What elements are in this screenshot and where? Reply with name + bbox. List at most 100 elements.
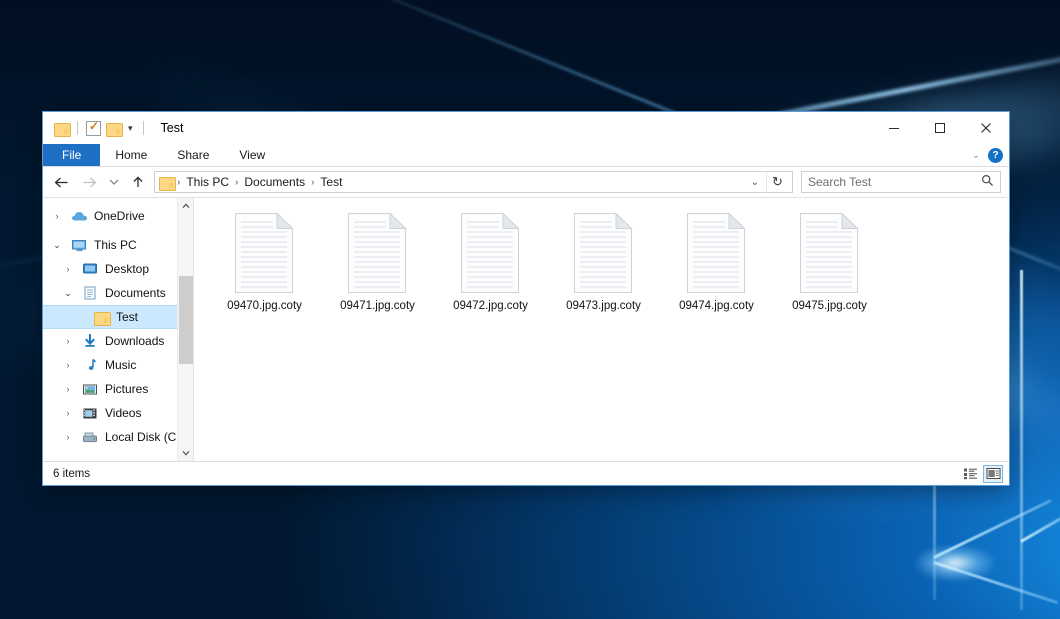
document-icon bbox=[82, 286, 99, 300]
status-bar: 6 items bbox=[43, 461, 1009, 485]
sidebar-item-downloads[interactable]: › Downloads bbox=[43, 329, 177, 353]
videos-icon bbox=[82, 407, 99, 420]
monitor-icon bbox=[71, 239, 88, 252]
download-icon bbox=[82, 334, 99, 348]
tab-home[interactable]: Home bbox=[100, 144, 162, 166]
view-mode-buttons bbox=[960, 465, 1003, 483]
search-box[interactable]: Search Test bbox=[801, 171, 1001, 193]
quick-access-toolbar: ▾ Test bbox=[43, 121, 183, 136]
chevron-down-icon[interactable]: ⌄ bbox=[972, 150, 980, 161]
chevron-down-icon[interactable]: ⌄ bbox=[60, 288, 76, 299]
window-title: Test bbox=[161, 121, 184, 135]
scrollbar-track[interactable] bbox=[178, 214, 194, 445]
forward-button[interactable] bbox=[77, 170, 101, 194]
windows-logo-beam-vertical-2 bbox=[1020, 270, 1023, 610]
sidebar-item-desktop[interactable]: › Desktop bbox=[43, 257, 177, 281]
item-count-label: 6 items bbox=[53, 468, 90, 480]
file-name: 09470.jpg.coty bbox=[227, 300, 302, 312]
sidebar-item-label: OneDrive bbox=[94, 209, 145, 223]
chevron-down-icon[interactable]: ⌄ bbox=[49, 240, 65, 251]
scroll-down-arrow[interactable] bbox=[178, 445, 194, 461]
address-bar[interactable]: › This PC › Documents › Test ⌄ ↻ bbox=[154, 171, 793, 193]
refresh-icon[interactable]: ↻ bbox=[766, 171, 788, 193]
breadcrumb-documents[interactable]: Documents bbox=[241, 175, 308, 189]
sidebar-item-music[interactable]: › Music bbox=[43, 353, 177, 377]
minimize-button[interactable] bbox=[871, 112, 917, 144]
chevron-right-icon[interactable]: › bbox=[60, 336, 76, 346]
sidebar-item-local-disk-c[interactable]: › Local Disk (C:) bbox=[43, 425, 177, 449]
file-item[interactable]: 09472.jpg.coty bbox=[434, 210, 547, 312]
breadcrumb-separator-2[interactable]: › bbox=[311, 177, 314, 188]
sidebar-item-label: Desktop bbox=[105, 262, 149, 276]
file-item[interactable]: 09470.jpg.coty bbox=[208, 210, 321, 312]
sidebar-item-label: This PC bbox=[94, 238, 137, 252]
sidebar-item-documents[interactable]: ⌄ Documents bbox=[43, 281, 177, 305]
file-grid: 09470.jpg.coty bbox=[208, 210, 1009, 312]
properties-checkbox-icon[interactable] bbox=[86, 121, 101, 136]
file-name: 09471.jpg.coty bbox=[340, 300, 415, 312]
address-bar-row: › This PC › Documents › Test ⌄ ↻ Search … bbox=[43, 167, 1009, 197]
title-bar[interactable]: ▾ Test bbox=[43, 112, 1009, 144]
sidebar-item-label: Pictures bbox=[105, 382, 148, 396]
sidebar-item-label: Test bbox=[116, 310, 138, 324]
breadcrumb-test[interactable]: Test bbox=[317, 175, 345, 189]
cloud-icon bbox=[71, 210, 88, 222]
chevron-right-icon[interactable]: › bbox=[60, 408, 76, 418]
recent-locations-button[interactable] bbox=[105, 170, 122, 194]
explorer-body: › OneDrive ⌄ This PC › bbox=[43, 197, 1009, 461]
large-icons-view-icon[interactable] bbox=[983, 465, 1003, 483]
search-input[interactable]: Search Test bbox=[808, 175, 977, 189]
toolbar-separator-2 bbox=[143, 121, 144, 135]
chevron-right-icon[interactable]: › bbox=[60, 384, 76, 394]
maximize-button[interactable] bbox=[917, 112, 963, 144]
folder-icon[interactable] bbox=[54, 122, 69, 135]
breadcrumb-separator-0[interactable]: › bbox=[177, 177, 180, 188]
folder-icon bbox=[93, 311, 110, 324]
navigation-scrollbar[interactable] bbox=[177, 198, 193, 461]
sidebar-item-test[interactable]: Test bbox=[43, 305, 177, 329]
generic-document-icon bbox=[685, 212, 749, 294]
up-button[interactable] bbox=[126, 170, 150, 194]
file-name: 09472.jpg.coty bbox=[453, 300, 528, 312]
sidebar-item-videos[interactable]: › Videos bbox=[43, 401, 177, 425]
scrollbar-thumb[interactable] bbox=[179, 276, 193, 364]
customize-quick-access-caret[interactable]: ▾ bbox=[126, 124, 135, 133]
close-button[interactable] bbox=[963, 112, 1009, 144]
file-item[interactable]: 09473.jpg.coty bbox=[547, 210, 660, 312]
sidebar-item-label: Videos bbox=[105, 406, 141, 420]
address-folder-icon bbox=[159, 176, 174, 189]
breadcrumb-separator-1[interactable]: › bbox=[235, 177, 238, 188]
file-item[interactable]: 09471.jpg.coty bbox=[321, 210, 434, 312]
generic-document-icon bbox=[798, 212, 862, 294]
file-item[interactable]: 09474.jpg.coty bbox=[660, 210, 773, 312]
sidebar-item-this-pc[interactable]: ⌄ This PC bbox=[43, 233, 177, 257]
sidebar-item-pictures[interactable]: › Pictures bbox=[43, 377, 177, 401]
search-icon[interactable] bbox=[981, 174, 994, 190]
generic-document-icon bbox=[233, 212, 297, 294]
file-list-pane[interactable]: 09470.jpg.coty bbox=[194, 198, 1009, 461]
details-view-icon[interactable] bbox=[960, 465, 980, 483]
sidebar-item-onedrive[interactable]: › OneDrive bbox=[43, 204, 177, 228]
sidebar-item-label: Documents bbox=[105, 286, 166, 300]
chevron-right-icon[interactable]: › bbox=[49, 211, 65, 221]
music-icon bbox=[82, 358, 99, 372]
new-folder-icon[interactable] bbox=[106, 122, 121, 135]
chevron-right-icon[interactable]: › bbox=[60, 360, 76, 370]
tab-share[interactable]: Share bbox=[162, 144, 224, 166]
generic-document-icon bbox=[572, 212, 636, 294]
help-icon[interactable]: ? bbox=[988, 148, 1003, 163]
sidebar-item-label: Downloads bbox=[105, 334, 164, 348]
tab-view[interactable]: View bbox=[224, 144, 280, 166]
scroll-up-arrow[interactable] bbox=[178, 198, 194, 214]
address-dropdown-caret[interactable]: ⌄ bbox=[747, 177, 763, 188]
chevron-right-icon[interactable]: › bbox=[60, 264, 76, 274]
file-item[interactable]: 09475.jpg.coty bbox=[773, 210, 886, 312]
drive-icon bbox=[82, 431, 99, 444]
generic-document-icon bbox=[459, 212, 523, 294]
tab-file[interactable]: File bbox=[43, 144, 100, 166]
back-button[interactable] bbox=[49, 170, 73, 194]
breadcrumb-this-pc[interactable]: This PC bbox=[183, 175, 232, 189]
chevron-right-icon[interactable]: › bbox=[60, 432, 76, 442]
sidebar-item-label: Local Disk (C:) bbox=[105, 430, 177, 444]
windows-logo-light-core bbox=[915, 545, 995, 581]
